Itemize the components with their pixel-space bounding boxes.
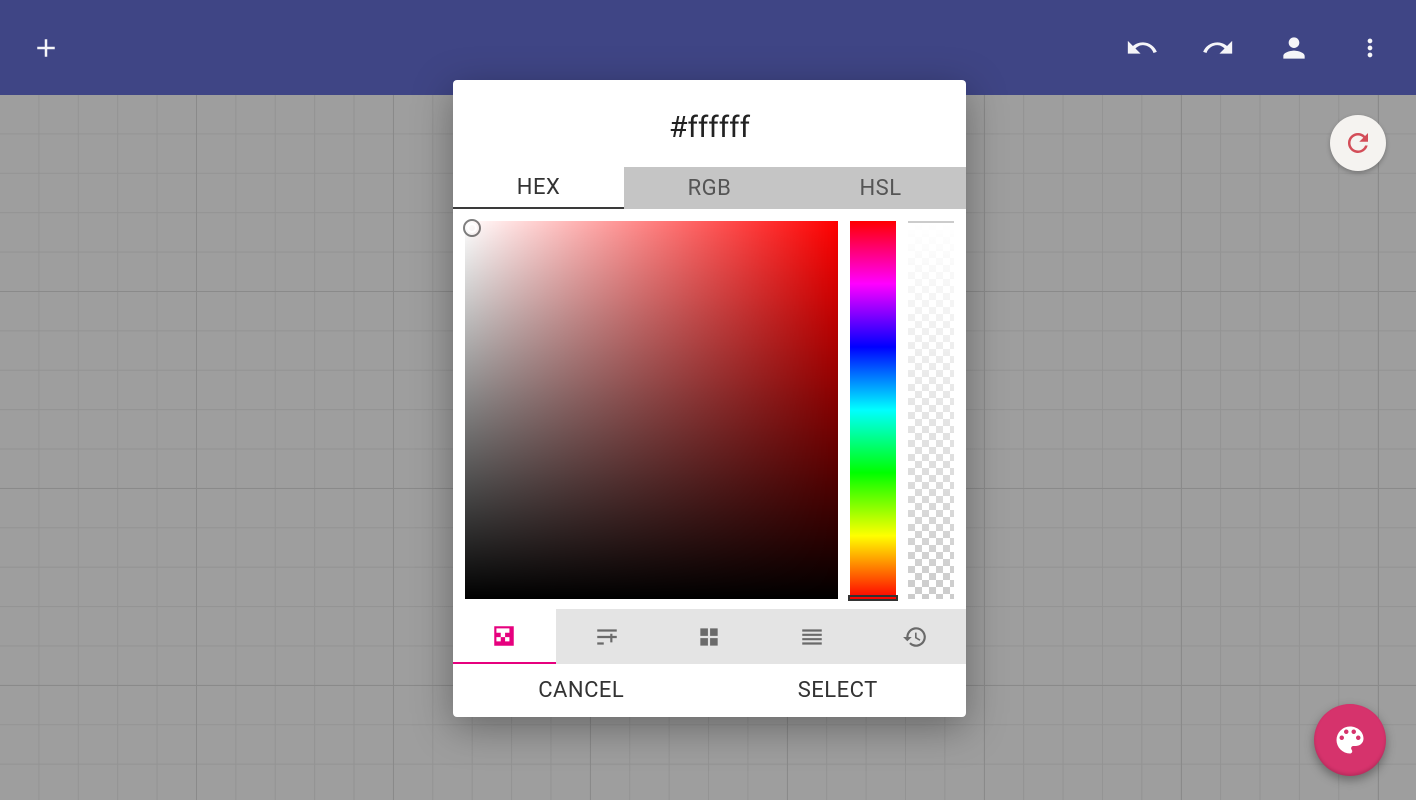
- mode-sliders[interactable]: [556, 609, 659, 664]
- refresh-fab[interactable]: [1330, 115, 1386, 171]
- mode-list[interactable]: [761, 609, 864, 664]
- color-format-tabs: HEX RGB HSL: [453, 167, 966, 209]
- cancel-button[interactable]: CANCEL: [453, 664, 710, 717]
- hue-slider[interactable]: [850, 221, 896, 599]
- undo-button[interactable]: [1120, 26, 1164, 70]
- refresh-icon: [1343, 128, 1373, 158]
- alpha-slider[interactable]: [908, 221, 954, 599]
- redo-button[interactable]: [1196, 26, 1240, 70]
- tab-rgb[interactable]: RGB: [624, 167, 795, 209]
- profile-button[interactable]: [1272, 26, 1316, 70]
- picker-area: [453, 209, 966, 609]
- tab-hsl[interactable]: HSL: [795, 167, 966, 209]
- sliders-icon: [594, 624, 620, 650]
- grid-icon: [696, 624, 722, 650]
- mode-swatches[interactable]: [658, 609, 761, 664]
- tab-hex[interactable]: HEX: [453, 167, 624, 209]
- transparency-icon: [491, 623, 517, 649]
- dialog-actions: CANCEL SELECT: [453, 664, 966, 717]
- hue-handle[interactable]: [848, 595, 898, 601]
- list-icon: [799, 624, 825, 650]
- picker-mode-strip: [453, 609, 966, 664]
- select-button[interactable]: SELECT: [710, 664, 967, 717]
- mode-transparency[interactable]: [453, 609, 556, 664]
- sv-cursor[interactable]: [463, 219, 481, 237]
- color-picker-dialog: #ffffff HEX RGB HSL: [453, 80, 966, 717]
- saturation-value-panel[interactable]: [465, 221, 838, 599]
- dialog-title: #ffffff: [453, 80, 966, 167]
- more-button[interactable]: [1348, 26, 1392, 70]
- palette-fab[interactable]: [1314, 704, 1386, 776]
- mode-history[interactable]: [863, 609, 966, 664]
- history-icon: [902, 624, 928, 650]
- palette-icon: [1332, 722, 1368, 758]
- add-button[interactable]: [24, 26, 68, 70]
